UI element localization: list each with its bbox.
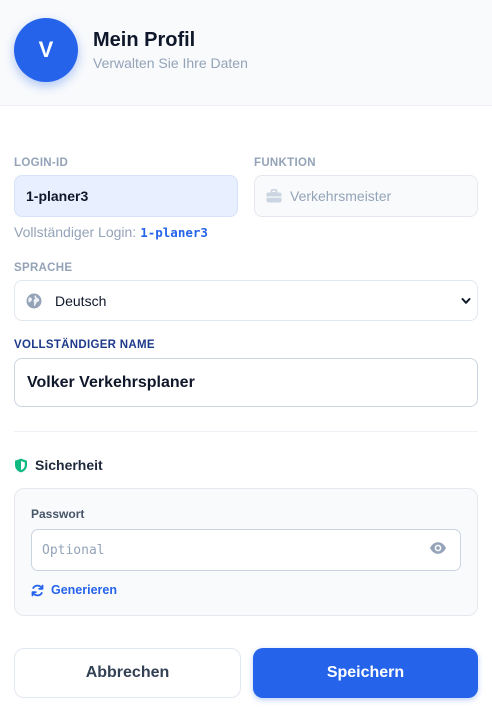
section-divider (14, 431, 478, 432)
full-login-prefix: Vollständiger Login: (14, 224, 137, 240)
function-label: FUNKTION (254, 157, 316, 169)
login-id-field[interactable]: 1-planer3 (14, 175, 238, 217)
save-button[interactable]: Speichern (253, 648, 478, 698)
globe-icon (26, 293, 42, 309)
login-id-value: 1-planer3 (26, 188, 89, 204)
security-heading-text: Sicherheit (35, 457, 103, 473)
security-panel: Passwort Generieren (14, 488, 478, 616)
full-name-input[interactable]: Volker Verkehrsplaner (14, 358, 478, 407)
password-input[interactable] (31, 529, 461, 571)
function-value: Verkehrsmeister (290, 188, 392, 204)
full-name-label: VOLLSTÄNDIGER NAME (14, 339, 155, 351)
avatar: V (14, 18, 78, 82)
full-login-value: 1-planer3 (140, 225, 208, 240)
password-label: Passwort (31, 507, 85, 521)
full-login-hint: Vollständiger Login: 1-planer3 (14, 224, 208, 240)
language-select[interactable]: Deutsch (14, 280, 478, 321)
cancel-button[interactable]: Abbrechen (14, 648, 241, 698)
full-name-value: Volker Verkehrsplaner (27, 373, 195, 391)
chevron-down-icon (461, 295, 471, 307)
refresh-icon (31, 584, 44, 597)
briefcase-icon (266, 189, 282, 203)
eye-icon[interactable] (429, 541, 447, 555)
page-title: Mein Profil (93, 29, 196, 51)
security-heading: Sicherheit (14, 457, 103, 473)
shield-icon (14, 458, 28, 473)
function-field: Verkehrsmeister (254, 175, 478, 217)
generate-label: Generieren (51, 583, 118, 597)
login-id-label: LOGIN-ID (14, 157, 69, 169)
language-label: SPRACHE (14, 262, 73, 274)
generate-password-button[interactable]: Generieren (31, 583, 117, 597)
page-subtitle: Verwalten Sie Ihre Daten (93, 55, 248, 71)
language-value: Deutsch (55, 292, 107, 309)
profile-header: V Mein Profil Verwalten Sie Ihre Daten (0, 0, 492, 106)
